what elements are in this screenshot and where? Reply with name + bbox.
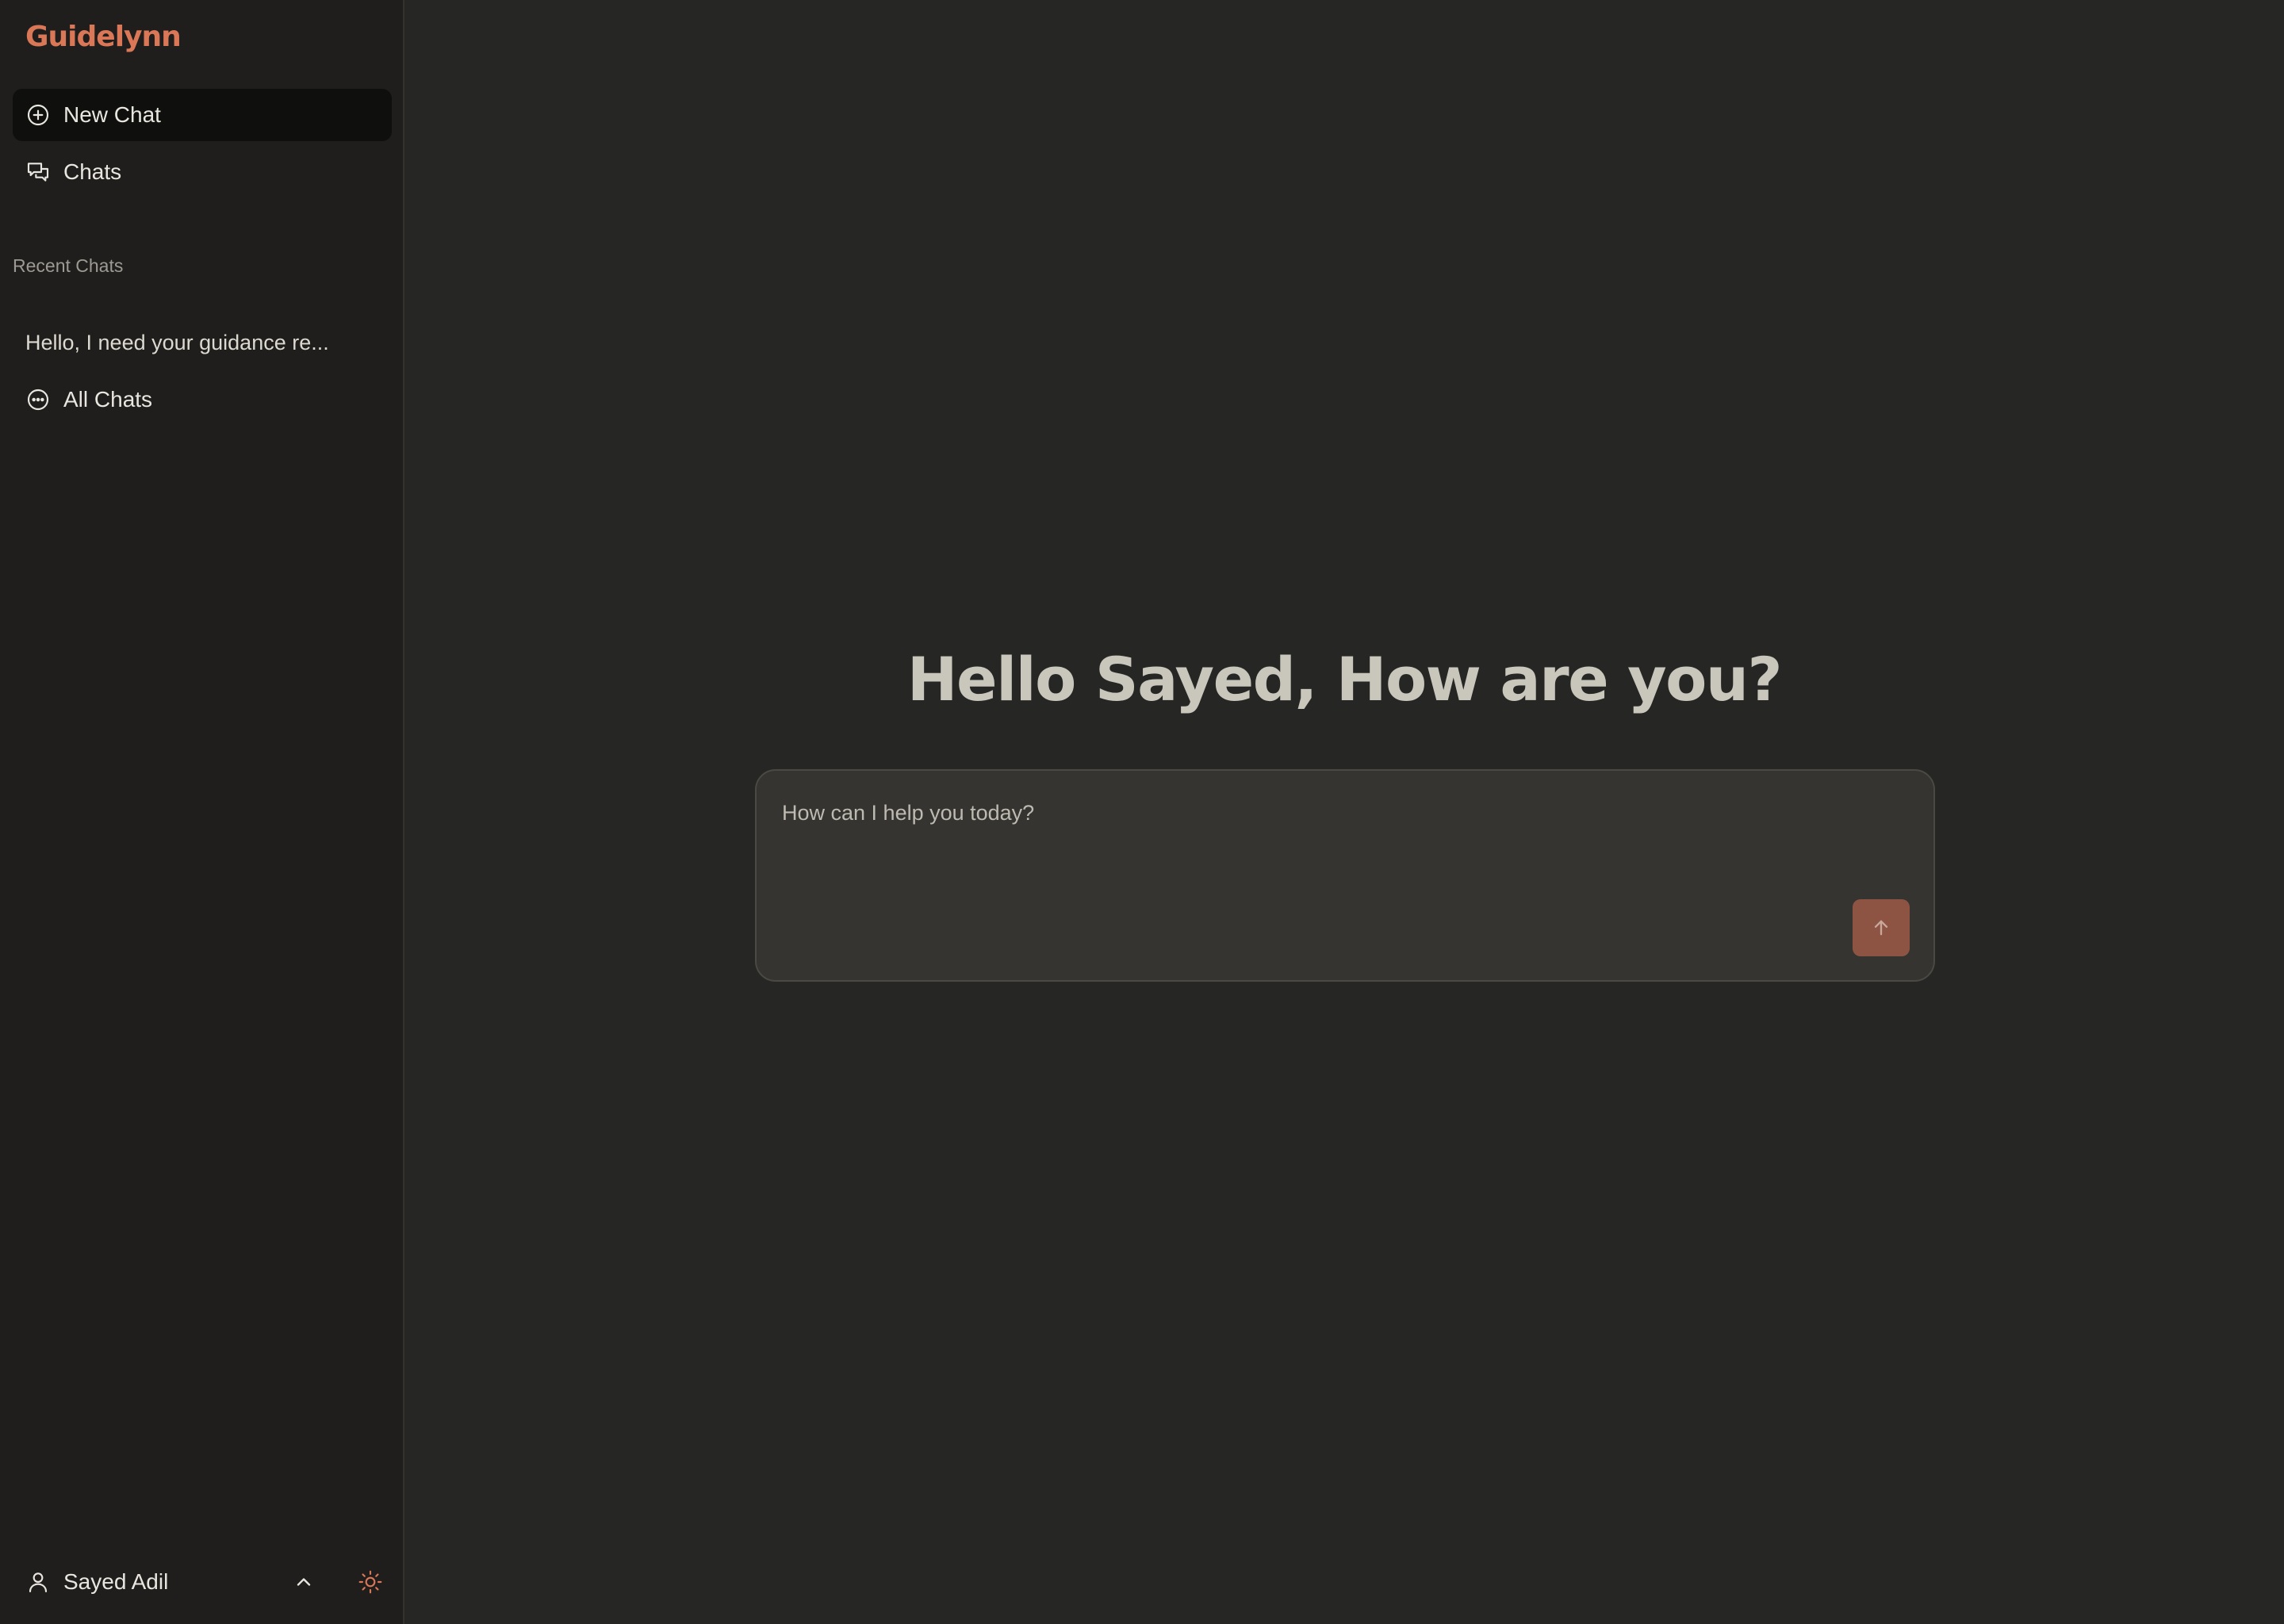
chat-bubbles-icon xyxy=(25,159,51,185)
message-input[interactable] xyxy=(782,795,1813,831)
all-chats-label: All Chats xyxy=(63,387,153,412)
greeting-heading: Hello Sayed, How are you? xyxy=(906,644,1783,714)
sidebar: Guidelynn New Chat Chats Recent Chats He… xyxy=(0,0,404,1624)
chevron-up-icon[interactable] xyxy=(282,1561,325,1603)
sun-icon[interactable] xyxy=(349,1561,392,1603)
app-window: Guidelynn New Chat Chats Recent Chats He… xyxy=(0,0,2284,1624)
user-name: Sayed Adil xyxy=(63,1569,169,1594)
sidebar-item-label: Chats xyxy=(63,159,122,184)
arrow-up-icon xyxy=(1870,917,1892,939)
plus-circle-icon xyxy=(25,102,51,128)
user-icon xyxy=(25,1569,51,1595)
all-chats-link[interactable]: All Chats xyxy=(13,373,392,426)
new-chat-label: New Chat xyxy=(63,102,161,127)
recent-chat-item[interactable]: Hello, I need your guidance re... xyxy=(13,316,392,369)
new-chat-button[interactable]: New Chat xyxy=(13,89,392,141)
recent-chats-heading: Recent Chats xyxy=(13,255,124,276)
sidebar-item-chats[interactable]: Chats xyxy=(13,146,392,198)
message-composer xyxy=(755,769,1935,982)
user-menu-button[interactable]: Sayed Adil xyxy=(13,1557,282,1607)
brand-logo[interactable]: Guidelynn xyxy=(25,21,182,53)
send-button[interactable] xyxy=(1853,899,1910,956)
more-circle-icon xyxy=(25,387,51,412)
user-footer: Sayed Adil xyxy=(13,1557,392,1607)
main-content: Hello Sayed, How are you? xyxy=(404,0,2284,1624)
